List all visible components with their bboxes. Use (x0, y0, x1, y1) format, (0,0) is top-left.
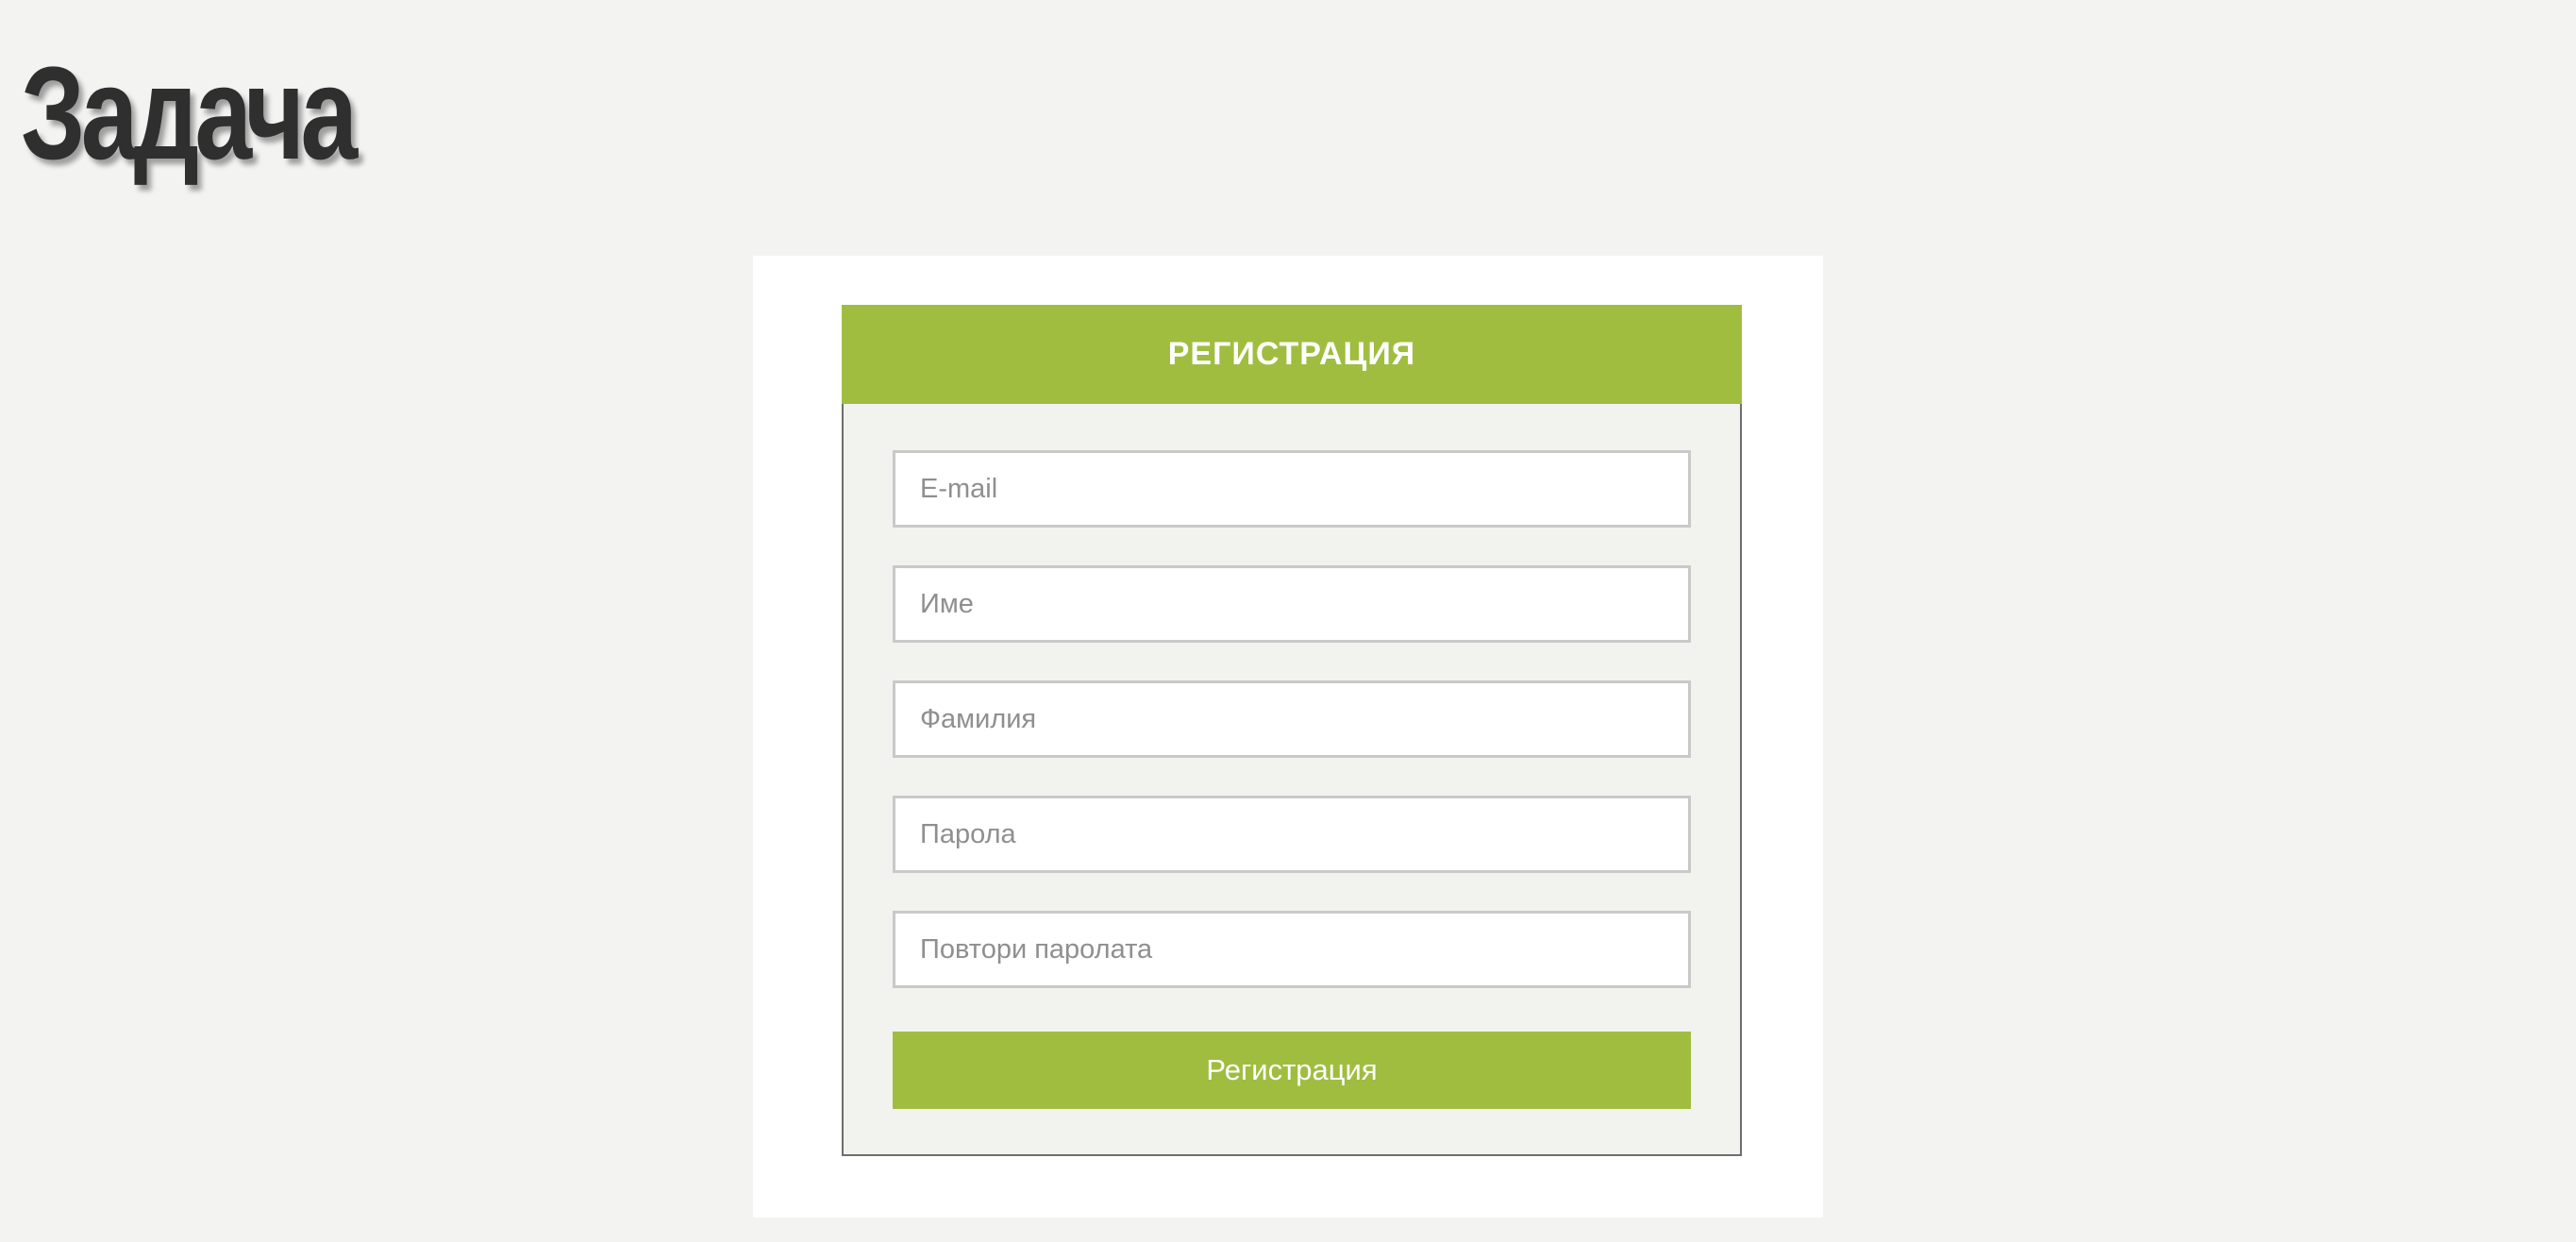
embedded-screenshot: РЕГИСТРАЦИЯ Регистрация (753, 256, 1823, 1217)
register-button[interactable]: Регистрация (893, 1032, 1691, 1109)
page-title: Задача (21, 39, 358, 187)
last-name-field[interactable] (893, 680, 1691, 758)
repeat-password-field[interactable] (893, 911, 1691, 988)
email-field[interactable] (893, 450, 1691, 528)
first-name-field[interactable] (893, 565, 1691, 643)
registration-form: РЕГИСТРАЦИЯ Регистрация (842, 305, 1742, 1156)
password-field[interactable] (893, 796, 1691, 873)
form-header: РЕГИСТРАЦИЯ (842, 305, 1742, 404)
